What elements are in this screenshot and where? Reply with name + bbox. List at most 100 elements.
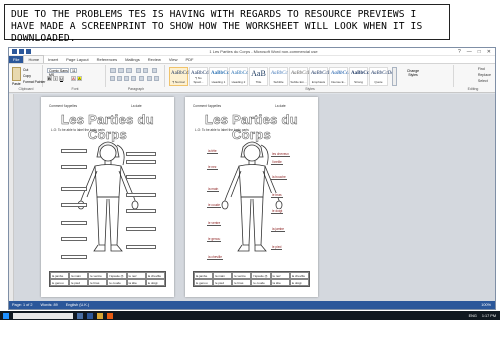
tab-view[interactable]: View — [165, 56, 182, 63]
taskbar-search[interactable] — [13, 312, 73, 319]
decrease-indent-icon[interactable] — [136, 68, 141, 73]
clock[interactable]: 1:17 PM — [482, 314, 496, 318]
language-indicator[interactable]: English (U.K.) — [66, 303, 89, 307]
task-view-icon[interactable] — [77, 312, 83, 319]
word-count[interactable]: Words: 89 — [40, 303, 57, 307]
vocab-item: le ventre — [88, 272, 108, 279]
align-right-icon[interactable] — [124, 76, 129, 81]
tab-mailings[interactable]: Mailings — [121, 56, 144, 63]
save-icon[interactable] — [12, 49, 17, 54]
answer-blank[interactable] — [126, 152, 156, 156]
style-subtitle[interactable]: AaBbCc Subtitle — [269, 67, 288, 86]
document-canvas[interactable]: Comment t'appelles La date Les Parties d… — [9, 94, 495, 302]
change-styles-button[interactable]: Change Styles — [402, 69, 424, 77]
underline-button[interactable]: U — [59, 76, 64, 81]
style-name: Heading 2 — [231, 80, 246, 84]
answer-blank[interactable] — [61, 237, 87, 241]
answer-blank[interactable] — [126, 209, 156, 213]
tab-pdf[interactable]: PDF — [181, 56, 197, 63]
system-tray: ENG 1:17 PM — [469, 314, 496, 318]
file-explorer-icon[interactable] — [97, 312, 103, 319]
word-app-icon[interactable] — [87, 312, 93, 319]
font-group-label: Font — [71, 87, 79, 91]
line-spacing-icon[interactable] — [139, 76, 144, 81]
answer-blank[interactable] — [61, 203, 87, 207]
styles-scroll[interactable] — [392, 67, 397, 86]
align-left-icon[interactable] — [110, 76, 115, 81]
answer-blank[interactable] — [126, 160, 156, 164]
minimize-button[interactable]: — — [467, 49, 472, 55]
highlight-button[interactable]: A — [77, 76, 82, 81]
undo-icon[interactable] — [19, 49, 24, 54]
tab-review[interactable]: Review — [144, 56, 165, 63]
multilevel-list-icon[interactable] — [126, 68, 132, 73]
input-language[interactable]: ENG — [469, 314, 477, 318]
format-painter-button[interactable]: Format Painter — [23, 80, 45, 84]
windows-start-icon[interactable] — [3, 312, 9, 319]
style-name: ¶ No Spaci... — [193, 76, 204, 84]
maximize-button[interactable]: □ — [478, 49, 481, 55]
align-center-icon[interactable] — [117, 76, 122, 81]
show-marks-icon[interactable] — [152, 68, 157, 73]
vocab-box: la jambe la main le ventre l'épaule (f) … — [193, 271, 310, 287]
style-sample: AaBbCc — [231, 71, 249, 76]
style-subtle-emphasis[interactable]: AaBbCcDc Subtle Em... — [289, 67, 314, 86]
help-button[interactable]: ? — [458, 49, 461, 55]
document-page-1[interactable]: Comment t'appelles La date Les Parties d… — [41, 97, 174, 297]
increase-indent-icon[interactable] — [143, 68, 148, 73]
browser-icon[interactable] — [107, 312, 113, 319]
style-name: Heading 1 — [211, 80, 226, 84]
style-quote[interactable]: AaBbCcDc Quote — [369, 67, 394, 86]
redo-icon[interactable] — [26, 49, 31, 54]
tab-file[interactable]: File — [9, 56, 24, 63]
style-sample: AaBbCcDc — [331, 71, 355, 76]
answer-blank[interactable] — [126, 193, 156, 197]
style-heading-2[interactable]: AaBbCc Heading 2 — [229, 67, 248, 86]
clipboard-group-label: Clipboard — [18, 87, 34, 91]
close-button[interactable]: ✕ — [487, 49, 491, 55]
vocab-item: le genou — [194, 279, 214, 286]
style-normal[interactable]: AaBbCcDc ¶ Normal — [169, 67, 194, 86]
font-size-select[interactable]: 11 — [70, 68, 77, 73]
shading-icon[interactable] — [147, 76, 152, 81]
answer-blank[interactable] — [61, 149, 87, 153]
page-count[interactable]: Page: 1 of 2 — [12, 303, 32, 307]
tab-insert[interactable]: Insert — [44, 56, 62, 63]
style-title[interactable]: AaB Title — [249, 67, 268, 86]
answer-blank[interactable] — [126, 227, 156, 231]
style-heading-1[interactable]: AaBbCc Heading 1 — [209, 67, 229, 86]
tab-home[interactable]: Home — [23, 55, 45, 63]
style-strong[interactable]: AaBbCcDc Strong — [349, 67, 375, 86]
bold-button[interactable]: B — [47, 76, 52, 81]
tab-references[interactable]: References — [93, 56, 121, 63]
italic-button[interactable]: I — [53, 76, 58, 81]
font-color-button[interactable]: A — [71, 76, 76, 81]
style-sample: AaBbCcDc — [371, 71, 394, 76]
document-page-2[interactable]: Comment t'appelles La date Les Parties d… — [185, 97, 318, 297]
style-emphasis[interactable]: AaBbCcDc Emphasis — [309, 67, 334, 86]
vocab-item: la jambe — [50, 272, 70, 279]
paste-button[interactable] — [12, 67, 21, 81]
answer-blank[interactable] — [61, 255, 87, 259]
style-sample: AaBbCc — [271, 71, 288, 76]
body-label: les cheveux — [271, 152, 290, 157]
cut-button[interactable]: Cut — [23, 68, 28, 72]
borders-icon[interactable] — [154, 76, 159, 81]
numbering-icon[interactable] — [118, 68, 124, 73]
style-intense-emphasis[interactable]: AaBbCcDc Intense E... — [329, 67, 355, 86]
bullets-icon[interactable] — [110, 68, 116, 73]
select-button[interactable]: Select — [478, 78, 491, 84]
answer-blank[interactable] — [61, 165, 87, 169]
quick-access-toolbar — [9, 49, 69, 54]
tab-page-layout[interactable]: Page Layout — [62, 56, 92, 63]
style-no-spacing[interactable]: AaBbCcDc ¶ No Spaci... — [189, 67, 214, 86]
name-field-label: Comment t'appelles — [49, 104, 78, 108]
answer-blank[interactable] — [61, 187, 87, 191]
answer-blank[interactable] — [126, 175, 156, 179]
answer-blank[interactable] — [126, 245, 156, 249]
font-name-select[interactable]: Comic Sans MS — [47, 68, 69, 77]
answer-blank[interactable] — [61, 221, 87, 225]
zoom-level[interactable]: 100% — [481, 303, 491, 307]
justify-icon[interactable] — [131, 76, 136, 81]
copy-button[interactable]: Copy — [23, 74, 31, 78]
